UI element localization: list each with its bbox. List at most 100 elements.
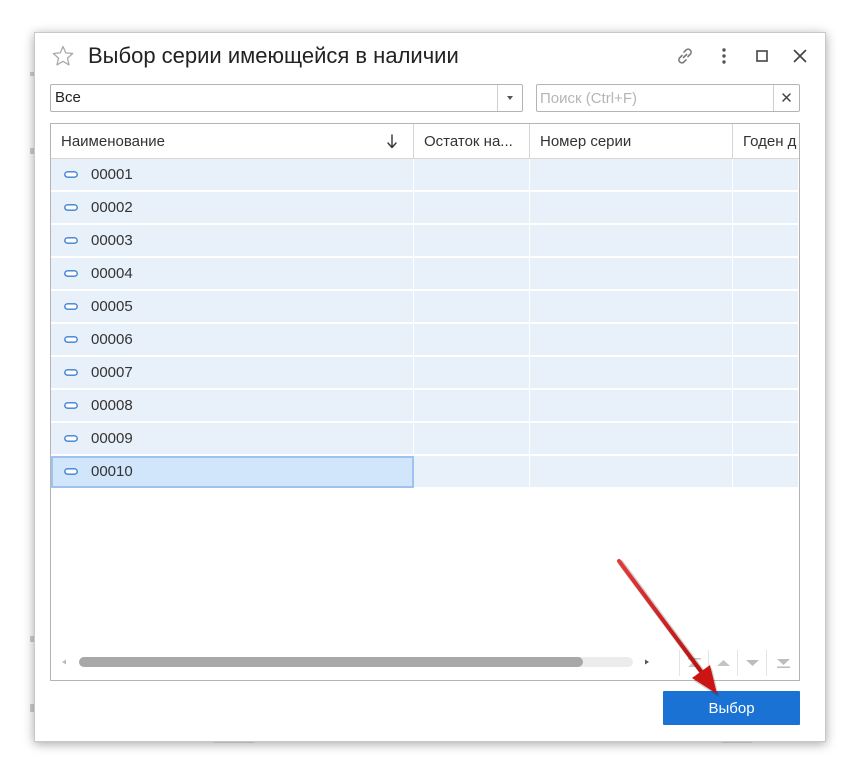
table-row[interactable]: 00010 bbox=[51, 456, 799, 488]
table-cell[interactable] bbox=[530, 258, 733, 290]
table-cell[interactable] bbox=[733, 258, 799, 290]
table-row[interactable]: 00001 bbox=[51, 159, 799, 191]
table-row[interactable]: 00007 bbox=[51, 357, 799, 389]
series-name: 00006 bbox=[91, 331, 133, 348]
name-cell[interactable]: 00010 bbox=[51, 456, 414, 488]
table-cell[interactable] bbox=[414, 324, 530, 356]
filter-select[interactable]: Все bbox=[50, 84, 523, 112]
table-cell[interactable] bbox=[733, 159, 799, 191]
table-cell[interactable] bbox=[530, 291, 733, 323]
table-cell[interactable] bbox=[733, 225, 799, 257]
star-outline-icon[interactable] bbox=[51, 44, 75, 68]
name-cell[interactable]: 00003 bbox=[51, 225, 414, 257]
name-cell[interactable]: 00006 bbox=[51, 324, 414, 356]
name-cell[interactable]: 00004 bbox=[51, 258, 414, 290]
series-name: 00008 bbox=[91, 397, 133, 414]
series-name: 00009 bbox=[91, 430, 133, 447]
column-header-name[interactable]: Наименование bbox=[51, 124, 414, 158]
column-header-series-number[interactable]: Номер серии bbox=[530, 124, 733, 158]
table-cell[interactable] bbox=[530, 390, 733, 422]
scroll-last-button[interactable] bbox=[766, 650, 799, 676]
series-name: 00004 bbox=[91, 265, 133, 282]
table-row[interactable]: 00002 bbox=[51, 192, 799, 224]
table-row[interactable]: 00005 bbox=[51, 291, 799, 323]
scroll-down-icon bbox=[746, 660, 759, 666]
series-name: 00007 bbox=[91, 364, 133, 381]
clear-search-icon[interactable] bbox=[774, 85, 799, 111]
table-row[interactable]: 00004 bbox=[51, 258, 799, 290]
table-cell[interactable] bbox=[414, 291, 530, 323]
table-cell[interactable] bbox=[414, 456, 530, 488]
sort-descending-icon bbox=[387, 134, 397, 149]
table-row[interactable]: 00008 bbox=[51, 390, 799, 422]
table-cell[interactable] bbox=[414, 357, 530, 389]
series-item-icon bbox=[64, 468, 78, 475]
table-cell[interactable] bbox=[530, 423, 733, 455]
table-cell[interactable] bbox=[414, 423, 530, 455]
series-item-icon bbox=[64, 435, 78, 442]
name-cell[interactable]: 00002 bbox=[51, 192, 414, 224]
scroll-right-icon[interactable] bbox=[643, 658, 651, 666]
scroll-up-icon bbox=[717, 660, 730, 666]
column-header-expiry[interactable]: Годен д bbox=[733, 124, 799, 158]
table-cell[interactable] bbox=[530, 159, 733, 191]
link-icon[interactable] bbox=[673, 44, 697, 68]
table-cell[interactable] bbox=[733, 324, 799, 356]
name-cell[interactable]: 00001 bbox=[51, 159, 414, 191]
maximize-icon[interactable] bbox=[750, 44, 774, 68]
table-cell[interactable] bbox=[530, 225, 733, 257]
scroll-left-icon[interactable] bbox=[60, 658, 68, 666]
table-cell[interactable] bbox=[414, 159, 530, 191]
table-cell[interactable] bbox=[414, 258, 530, 290]
table-cell[interactable] bbox=[414, 390, 530, 422]
select-button[interactable]: Выбор bbox=[663, 691, 800, 725]
name-cell[interactable]: 00005 bbox=[51, 291, 414, 323]
column-header-balance[interactable]: Остаток на... bbox=[414, 124, 530, 158]
table-cell[interactable] bbox=[530, 192, 733, 224]
table-cell[interactable] bbox=[733, 423, 799, 455]
name-cell[interactable]: 00009 bbox=[51, 423, 414, 455]
series-table: Наименование Остаток на... Номер серии Г… bbox=[50, 123, 800, 681]
table-cell[interactable] bbox=[530, 456, 733, 488]
table-header: Наименование Остаток на... Номер серии Г… bbox=[51, 124, 799, 159]
series-item-icon bbox=[64, 369, 78, 376]
series-name: 00003 bbox=[91, 232, 133, 249]
series-item-icon bbox=[64, 402, 78, 409]
search-box[interactable] bbox=[536, 84, 800, 112]
table-cell[interactable] bbox=[733, 456, 799, 488]
series-item-icon bbox=[64, 270, 78, 277]
caret-down-icon[interactable] bbox=[498, 85, 522, 111]
series-name: 00010 bbox=[91, 463, 133, 480]
scroll-first-icon bbox=[688, 658, 701, 667]
more-vertical-icon[interactable] bbox=[712, 44, 736, 68]
close-icon[interactable] bbox=[788, 44, 812, 68]
name-cell[interactable]: 00008 bbox=[51, 390, 414, 422]
table-row[interactable]: 00009 bbox=[51, 423, 799, 455]
scroll-up-button[interactable] bbox=[708, 650, 737, 676]
table-cell[interactable] bbox=[733, 390, 799, 422]
table-cell[interactable] bbox=[414, 225, 530, 257]
table-cell[interactable] bbox=[733, 291, 799, 323]
series-item-icon bbox=[64, 303, 78, 310]
search-input[interactable] bbox=[537, 85, 772, 111]
name-cell[interactable]: 00007 bbox=[51, 357, 414, 389]
scroll-thumb[interactable] bbox=[79, 657, 583, 667]
series-item-icon bbox=[64, 237, 78, 244]
series-name: 00002 bbox=[91, 199, 133, 216]
table-cell[interactable] bbox=[530, 357, 733, 389]
series-name: 00005 bbox=[91, 298, 133, 315]
series-item-icon bbox=[64, 204, 78, 211]
scroll-down-button[interactable] bbox=[737, 650, 766, 676]
series-selection-dialog: Выбор серии имеющейся в наличии Все Поис… bbox=[34, 32, 826, 742]
scroll-first-button[interactable] bbox=[679, 650, 708, 676]
table-row[interactable]: 00003 bbox=[51, 225, 799, 257]
table-cell[interactable] bbox=[733, 357, 799, 389]
table-cell[interactable] bbox=[733, 192, 799, 224]
table-row[interactable]: 00006 bbox=[51, 324, 799, 356]
series-item-icon bbox=[64, 336, 78, 343]
table-cell[interactable] bbox=[414, 192, 530, 224]
dialog-title: Выбор серии имеющейся в наличии bbox=[88, 43, 459, 68]
horizontal-scrollbar[interactable] bbox=[51, 648, 679, 676]
table-cell[interactable] bbox=[530, 324, 733, 356]
scroll-last-icon bbox=[777, 659, 790, 668]
